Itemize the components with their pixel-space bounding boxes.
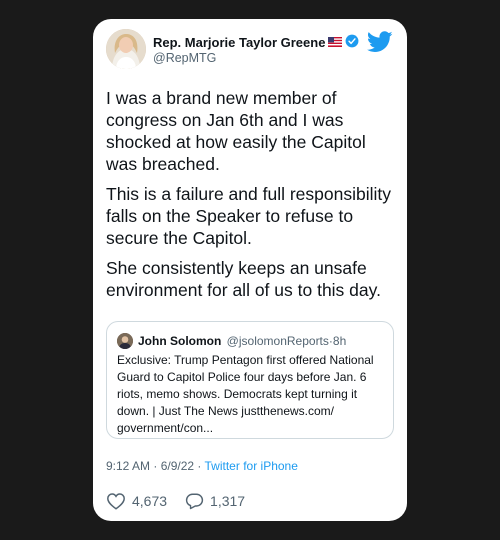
quoted-author-avatar — [117, 333, 133, 349]
tweet-text: I was a brand new member of congress on … — [106, 87, 396, 309]
like-button[interactable]: 4,673 — [106, 492, 167, 510]
tweet-paragraph: She consistently keeps an unsafe environ… — [106, 258, 381, 300]
reply-count: 1,317 — [210, 493, 246, 509]
quoted-author-name: John Solomon — [138, 334, 222, 348]
reply-icon — [185, 493, 204, 510]
tweet-paragraph: This is a failure and full responsibilit… — [106, 184, 391, 248]
author-name[interactable]: Rep. Marjorie Taylor Greene — [153, 35, 325, 50]
author-avatar[interactable] — [106, 29, 146, 69]
reply-button[interactable]: 1,317 — [185, 492, 245, 510]
quoted-tweet-text: Exclusive: Trump Pentagon first offered … — [117, 353, 374, 435]
tweet-timestamp-row: 9:12 AM · 6/9/22 · Twitter for iPhone — [106, 459, 298, 473]
tweet-card: Rep. Marjorie Taylor Greene @RepMTG I wa… — [93, 19, 407, 521]
tweet-source-link[interactable]: Twitter for iPhone — [205, 459, 298, 473]
us-flag-icon — [328, 35, 343, 50]
quoted-tweet-header: John Solomon @jsolomonReports·8h — [138, 334, 346, 348]
twitter-bird-icon[interactable] — [366, 31, 393, 58]
author-handle[interactable]: @RepMTG — [153, 51, 216, 65]
quoted-tweet[interactable]: John Solomon @jsolomonReports·8h Exclusi… — [106, 321, 394, 439]
tweet-timestamp[interactable]: 9:12 AM · 6/9/22 · — [106, 459, 205, 473]
like-count: 4,673 — [132, 493, 168, 509]
author-name-row: Rep. Marjorie Taylor Greene — [153, 34, 359, 51]
tweet-paragraph: I was a brand new member of congress on … — [106, 88, 366, 174]
heart-icon — [107, 493, 125, 510]
tweet-actions: 4,673 1,317 — [106, 492, 263, 510]
quoted-author-handle: @jsolomonReports — [226, 334, 329, 348]
verified-badge-icon — [345, 34, 359, 51]
quoted-age: 8h — [332, 334, 347, 348]
